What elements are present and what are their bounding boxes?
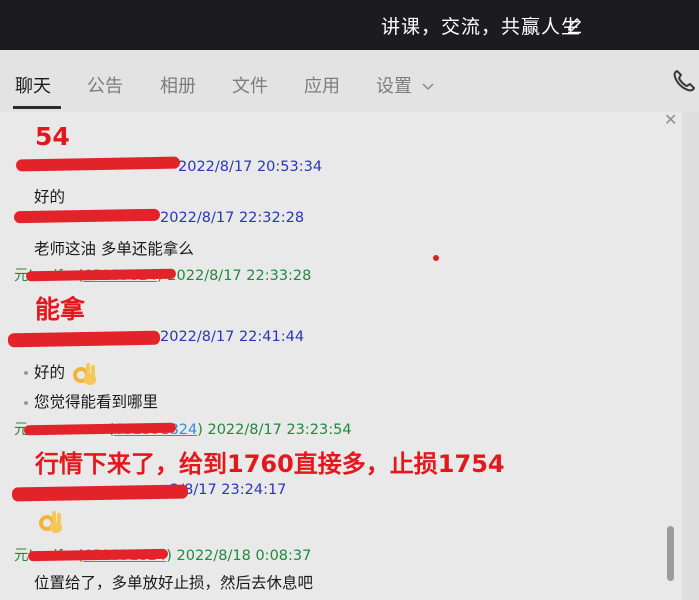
message-timestamp: 2022/8/17 22:33:28 [167,268,312,284]
tab-files[interactable]: 文件 [232,72,268,98]
tab-settings-label: 设置 [376,76,412,97]
message-timestamp: 2022/8/17 22:41:44 [160,329,305,345]
chat-message-list[interactable]: 54 2022/8/17 20:53:34 好的 2022/8/17 22:32… [0,112,682,600]
message-text: 老师这油 多单还能拿么 [34,240,194,258]
message-text: 能拿 [35,295,86,324]
side-panel-edge [682,112,699,600]
tab-announcement[interactable]: 公告 [87,72,123,98]
chat-scrollbar-thumb[interactable] [667,526,674,581]
tab-album[interactable]: 相册 [160,72,196,98]
phone-icon[interactable] [671,68,697,94]
tab-chat[interactable]: 聊天 [15,72,51,98]
message-text: 好的 [24,358,100,388]
message-text: 54 [35,122,70,151]
redaction-mark [11,484,189,502]
group-header: 讲课，交流，共赢人生 [0,0,699,50]
bullet [24,400,28,405]
tab-settings[interactable]: 设置 [376,72,434,98]
message-timestamp: 2022/8/18 0:08:37 [176,548,312,564]
redaction-mark [15,156,181,172]
tab-bar: 聊天 公告 相册 文件 应用 设置 [0,50,699,113]
redaction-mark [13,208,161,224]
message-text: 好的 [34,188,66,206]
cursor-dot [433,255,439,261]
bullet [24,371,28,375]
message-timestamp: 2022/8/17 23:23:54 [207,422,352,438]
edit-icon[interactable] [566,17,583,34]
message-text: 行情下来了，给到1760直接多，止损1754 [35,450,505,478]
ok-hand-emoji [72,363,96,385]
group-title: 讲课，交流，共赢人生 [380,16,581,38]
close-icon[interactable]: ✕ [664,110,677,129]
chevron-down-icon [422,83,434,91]
message-text: 您觉得能看到哪里 [24,390,158,412]
message-timestamp: 2022/8/17 22:32:28 [160,210,305,226]
message-text: 位置给了，多单放好止损，然后去休息吧 [34,574,314,592]
redaction-mark [7,330,161,348]
tab-apps[interactable]: 应用 [304,72,340,98]
ok-hand-emoji [39,511,62,533]
message-emoji [36,506,66,536]
sender-prefix: 元 [14,548,29,564]
message-timestamp: 2022/8/17 20:53:34 [178,159,323,175]
active-tab-indicator [13,106,61,109]
